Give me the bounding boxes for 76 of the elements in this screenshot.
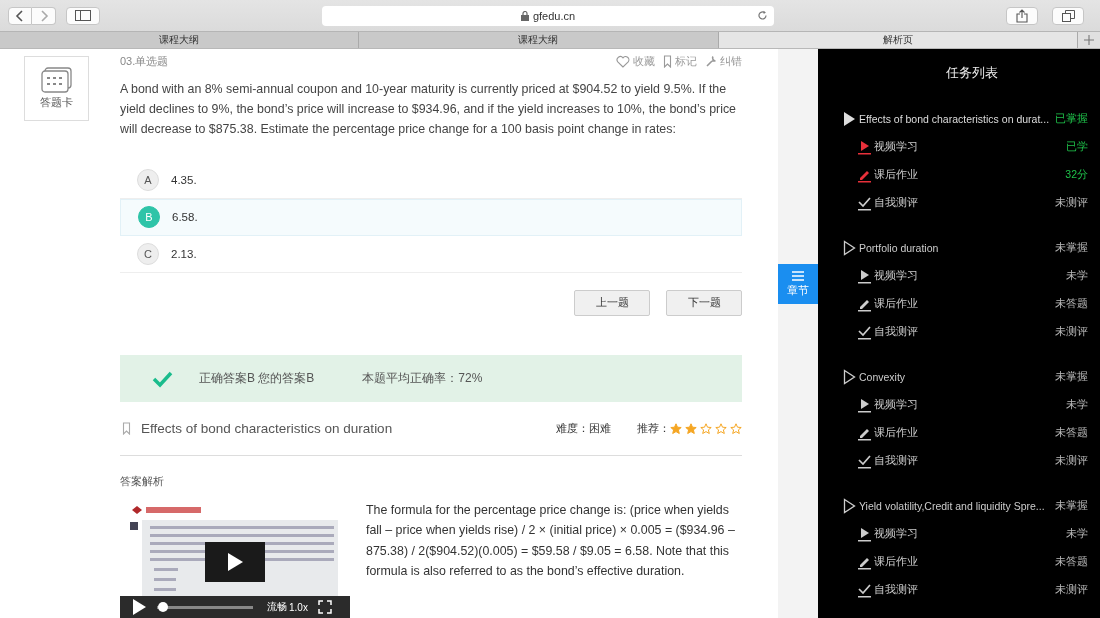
empty-star-icon [715,422,727,435]
task-topic[interactable]: Yield volatility,Credit and liquidity Spre... 未掌握 [843,492,1088,520]
quality-button[interactable]: 流畅 [267,600,287,614]
task-item[interactable]: 课后作业 未答题 [843,548,1088,576]
answer-option[interactable]: B 6.58. [120,198,742,236]
task-topic[interactable]: Convexity 未掌握 [843,363,1088,391]
checkmark-icon [858,453,871,469]
tabs-icon [1061,9,1075,22]
task-item[interactable]: 自我测评 未测评 [843,576,1088,604]
empty-star-icon [730,422,742,435]
browser-tab[interactable]: 课程大纲 [0,32,360,48]
tabs-overview-button[interactable] [1052,6,1084,25]
video-icon [858,268,871,284]
question-number: 03.单选题 [120,54,169,70]
task-item[interactable]: 课后作业 未答题 [843,419,1088,447]
accuracy-text: 本题平均正确率：72% [362,370,483,388]
wrench-icon [705,55,717,69]
nav-button[interactable]: 下一题 [666,289,742,316]
section-heading: 答案解析 [120,474,165,489]
video-icon [858,397,871,413]
progress-track[interactable] [157,605,253,609]
task-item[interactable]: 视频学习 未学 [843,520,1088,548]
url-text: gfedu.cn [532,9,576,22]
sidebar-icon [75,10,91,21]
task-item[interactable]: 自我测评 未测评 [843,189,1088,217]
sidebar-button[interactable] [66,6,100,25]
task-item[interactable]: 课后作业 未答题 [843,290,1088,318]
nav-button[interactable]: 上一题 [574,289,650,316]
answer-option[interactable]: C 2.13. [120,235,742,273]
answer-option[interactable]: A 4.35. [120,161,742,199]
speed-button[interactable]: 1.0x [289,601,308,613]
task-item[interactable]: 自我测评 未测评 [843,318,1088,346]
checkmark-icon [858,582,871,598]
explanation-text: The formula for the percentage price change is: (price when yields fall – price when yields rise) / 2 × (initial price) × 0.005 = ($934.96 – 875.38) / 2($904.52)(0.005) = $59.58 / $9.05 = 6.58. Note that this formula is also referred to as the bond’s effective duration. [366,502,736,580]
empty-star-icon [700,422,712,435]
menu-icon [792,270,804,281]
difficulty-text: 难度：困难 [556,421,611,437]
filled-star-icon [670,422,682,435]
grid-card-icon [40,67,73,93]
video-icon [858,526,871,542]
chevron-left-icon [15,9,25,22]
task-item[interactable]: 自我测评 未测评 [843,447,1088,475]
play-icon [132,598,147,616]
play-icon [226,552,244,572]
progress-thumb[interactable] [157,601,168,612]
topic-title: Effects of bond characteristics on duration [141,421,393,437]
task-item[interactable]: 视频学习 已学 [843,133,1088,161]
task-item[interactable]: 视频学习 未学 [843,262,1088,290]
play-button[interactable] [205,542,265,582]
video-icon [858,139,871,155]
filled-star-icon [685,422,697,435]
answer-card-button[interactable]: 答题卡 [24,56,89,121]
task-item[interactable]: 视频学习 未学 [843,391,1088,419]
browser-tab[interactable]: 课程大纲 [359,32,719,48]
task-topic[interactable]: Effects of bond characteristics on durat... 已掌握 [843,105,1088,133]
question-text: A bond with an 8% semi-annual coupon and 10-year maturity is currently priced at $904.52 to yield 9.5%. If the yield declines to 9%, the bond’s price will increase to $934.96, and if the yield increases to 10%, the bond’s price will decrease to $875.38. Estimate the percentage price change for a 100 basis point change in rates: [120,80,737,138]
bookmark-icon [663,55,672,69]
chevron-right-icon [38,9,49,22]
checkmark-icon [858,195,871,211]
address-bar[interactable]: gfedu.cn [322,5,774,26]
share-button[interactable] [1006,6,1038,25]
answer-summary: 正确答案B 您的答案B [199,370,315,388]
lock-icon [520,10,529,21]
share-icon [1016,8,1028,23]
browser-tab[interactable]: 解析页 [718,32,1078,48]
recommend-label: 推荐： [637,421,670,437]
back-button[interactable] [8,6,32,25]
checkmark-icon [858,324,871,340]
panel-title: 任务列表 [944,64,999,82]
fullscreen-icon [317,600,332,614]
reload-icon[interactable] [757,9,768,21]
task-topic[interactable]: Portfolio duration 未掌握 [843,234,1088,262]
new-tab-icon [1078,32,1100,48]
heart-icon [616,55,630,69]
bookmark-icon [122,422,131,436]
task-item[interactable]: 课后作业 32分 [843,161,1088,189]
